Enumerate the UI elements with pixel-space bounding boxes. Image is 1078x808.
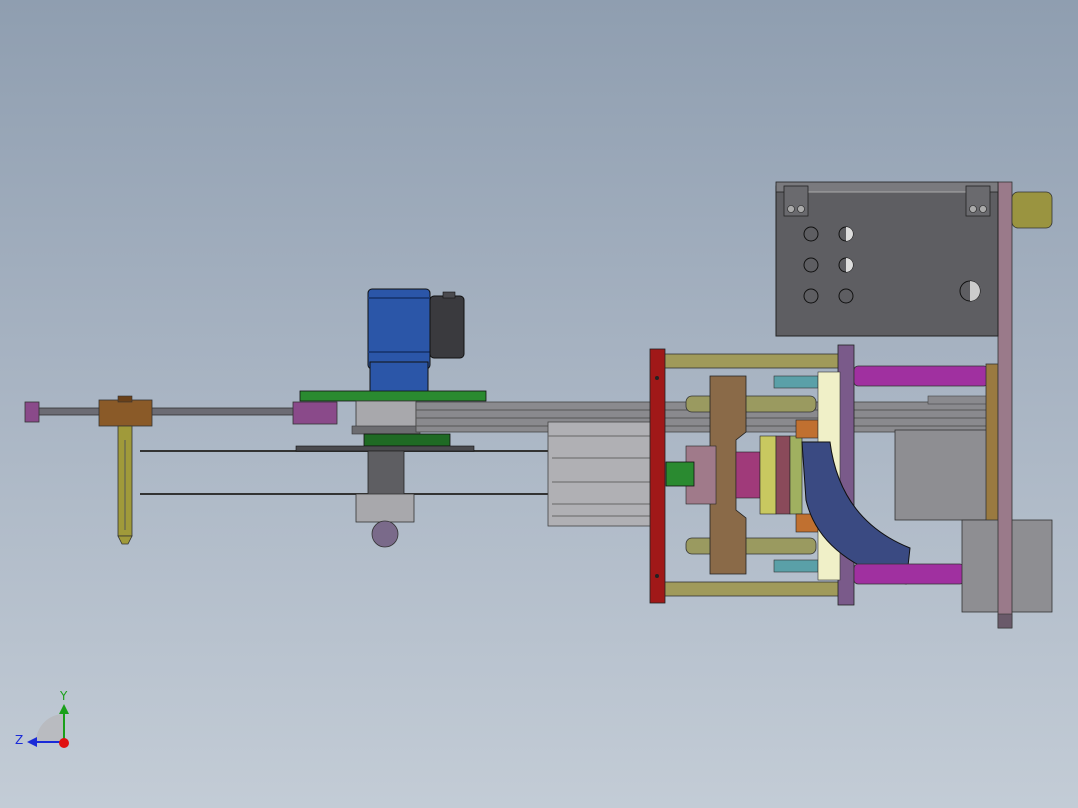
spindle-shaft (367, 450, 405, 496)
pneumatic-cylinder (547, 421, 653, 527)
motor-flange (369, 361, 429, 393)
y-axis-label: Y (59, 689, 68, 703)
green-blade-plate (363, 433, 451, 447)
z-axis-label: Z (15, 733, 23, 747)
rod-end-cap (24, 401, 40, 423)
green-fitting (665, 461, 695, 487)
spindle-plate-dark (351, 425, 421, 435)
pin-tip (117, 535, 133, 545)
sliding-block (98, 399, 153, 427)
purple-end-plate (837, 344, 855, 606)
spindle-chuck (355, 493, 415, 523)
assembly-drawing: Y Z (15, 181, 1053, 748)
green-mounting-plate (299, 390, 487, 402)
motor-body (367, 288, 431, 370)
left-guide-rod-assembly (24, 395, 338, 545)
sliding-block-cap (117, 395, 133, 403)
spindle-housing (355, 400, 417, 428)
cutter-tip (371, 520, 399, 548)
control-box (775, 181, 999, 337)
hinge-right (965, 185, 991, 217)
motor-terminal-box (429, 295, 465, 359)
hinge-left (783, 185, 809, 217)
frame-bottom-bar (663, 581, 841, 597)
brass-roller (1011, 191, 1053, 229)
cad-viewport[interactable]: Y Z (0, 0, 1078, 808)
saw-disc (295, 445, 475, 452)
rod-collar-purple (292, 401, 338, 425)
red-end-plate (649, 348, 666, 604)
guide-rod (29, 407, 311, 416)
axis-triad-icon: Y Z (15, 689, 69, 748)
frame-top-bar (663, 353, 841, 369)
